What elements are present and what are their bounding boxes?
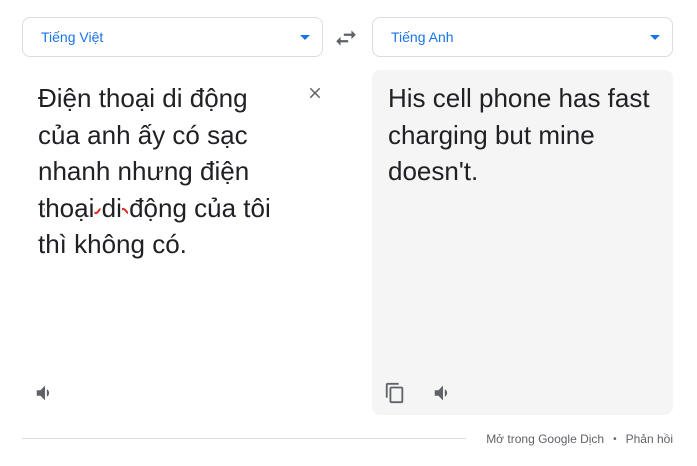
translated-text: His cell phone has fast charging but min… — [388, 83, 650, 186]
translate-widget: Tiếng Việt Tiếng Anh Điện thoại di động … — [0, 0, 697, 466]
footer-separator: • — [613, 434, 617, 445]
speaker-icon[interactable] — [432, 382, 454, 404]
speaker-icon-svg — [434, 385, 448, 401]
swap-languages-icon-svg — [336, 30, 356, 46]
copy-icon-svg — [385, 382, 404, 404]
caret-down-icon — [650, 35, 660, 40]
source-text-area[interactable]: Điện thoại di động của anh ấy có sạc nha… — [22, 70, 342, 415]
close-icon[interactable] — [306, 84, 324, 102]
speaker-icon[interactable] — [34, 382, 56, 404]
source-text[interactable]: Điện thoại di động của anh ấy có sạc nha… — [38, 80, 273, 263]
copy-icon[interactable] — [384, 382, 406, 404]
speaker-icon-svg — [36, 385, 50, 401]
open-in-google-translate-link[interactable]: Mở trong Google Dịch — [486, 432, 604, 446]
feedback-link[interactable]: Phản hồi — [626, 432, 673, 446]
target-language-label: Tiếng Anh — [391, 29, 454, 45]
caret-down-icon — [300, 35, 310, 40]
source-language-select[interactable]: Tiếng Việt — [22, 17, 323, 57]
target-language-select[interactable]: Tiếng Anh — [372, 17, 673, 57]
swap-languages-icon[interactable] — [333, 25, 359, 51]
source-language-label: Tiếng Việt — [41, 29, 104, 45]
footer-links: Mở trong Google Dịch • Phản hồi — [486, 432, 673, 446]
translation-output: His cell phone has fast charging but min… — [372, 70, 673, 415]
close-icon-svg — [309, 87, 321, 99]
footer-divider — [22, 438, 466, 439]
